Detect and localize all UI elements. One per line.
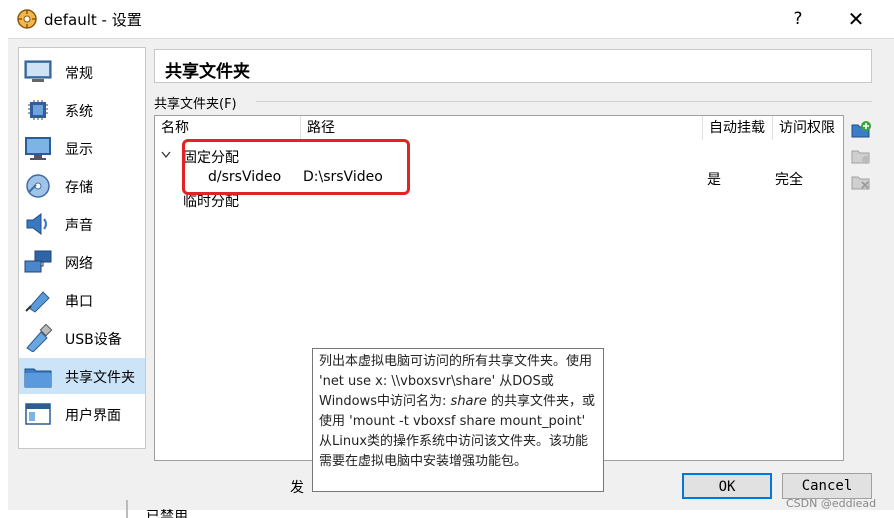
sidebar-item-label: 显示 bbox=[65, 142, 93, 158]
sidebar-item-shared-folders[interactable]: 共享文件夹 bbox=[19, 358, 145, 394]
edit-folder-icon[interactable] bbox=[850, 145, 872, 167]
chevron-down-icon[interactable] bbox=[161, 151, 171, 159]
network-icon bbox=[24, 250, 52, 273]
title-bar: default - 设置 ? ✕ bbox=[0, 0, 894, 38]
general-icon bbox=[24, 60, 52, 82]
annotation-highlight-box bbox=[182, 139, 410, 195]
group-divider bbox=[256, 101, 872, 102]
sidebar-item-user-interface[interactable]: 用户界面 bbox=[19, 396, 145, 432]
sidebar-item-general[interactable]: 常规 bbox=[19, 54, 145, 90]
background-text: 已禁用 bbox=[146, 509, 188, 518]
page-title-box: 共享文件夹 bbox=[154, 49, 872, 83]
folder-automount-cell: 是 bbox=[707, 172, 721, 188]
virtualbox-icon bbox=[17, 9, 37, 29]
sidebar-item-label: 用户界面 bbox=[65, 408, 121, 424]
folder-access-cell: 完全 bbox=[775, 172, 803, 188]
audio-icon bbox=[26, 213, 47, 235]
system-icon bbox=[28, 100, 48, 120]
shared-folder-icon bbox=[24, 368, 52, 388]
sidebar-item-label: 常规 bbox=[65, 66, 93, 82]
close-button[interactable]: ✕ bbox=[842, 6, 870, 32]
column-header-name[interactable]: 名称 bbox=[155, 116, 301, 140]
sidebar-item-label: 系统 bbox=[65, 104, 93, 120]
sidebar-item-network[interactable]: 网络 bbox=[19, 244, 145, 280]
sidebar-item-label: 共享文件夹 bbox=[65, 370, 135, 386]
add-folder-icon[interactable] bbox=[850, 119, 872, 141]
sidebar-item-display[interactable]: 显示 bbox=[19, 130, 145, 166]
partial-label: 发 bbox=[290, 480, 304, 496]
sidebar-item-system[interactable]: 系统 bbox=[19, 92, 145, 128]
usb-icon bbox=[26, 324, 53, 352]
sidebar-item-storage[interactable]: 存储 bbox=[19, 168, 145, 204]
display-icon bbox=[25, 137, 51, 160]
cancel-button[interactable]: Cancel bbox=[782, 473, 872, 499]
settings-sidebar: 常规 系统 显示 存储 声音 网络 串口 USB设备 共享文件夹 用户界面 bbox=[18, 47, 146, 449]
shared-folders-group-label: 共享文件夹(F) bbox=[154, 97, 237, 112]
sidebar-item-label: USB设备 bbox=[65, 332, 122, 348]
column-header-path[interactable]: 路径 bbox=[301, 116, 703, 140]
remove-folder-icon[interactable] bbox=[850, 171, 872, 193]
watermark: CSDN @eddiead bbox=[786, 497, 877, 510]
sidebar-item-label: 存储 bbox=[65, 180, 93, 196]
sidebar-item-label: 声音 bbox=[65, 218, 93, 234]
serial-port-icon bbox=[25, 291, 50, 313]
tooltip: 列出本虚拟电脑可访问的所有共享文件夹。使用 'net use x: \\vbox… bbox=[312, 348, 604, 492]
column-header-automount[interactable]: 自动挂载 bbox=[703, 116, 773, 140]
user-interface-icon bbox=[25, 403, 51, 425]
sidebar-item-usb[interactable]: USB设备 bbox=[19, 320, 145, 356]
tooltip-italic: share bbox=[450, 394, 487, 409]
column-header-access[interactable]: 访问权限 bbox=[773, 116, 843, 140]
help-button[interactable]: ? bbox=[786, 6, 810, 32]
sidebar-item-audio[interactable]: 声音 bbox=[19, 206, 145, 242]
ok-button[interactable]: OK bbox=[682, 473, 772, 499]
sidebar-item-label: 网络 bbox=[65, 256, 93, 272]
page-title: 共享文件夹 bbox=[165, 62, 250, 82]
sidebar-item-label: 串口 bbox=[65, 294, 93, 310]
sidebar-item-serial-port[interactable]: 串口 bbox=[19, 282, 145, 318]
background-edge bbox=[126, 500, 128, 518]
storage-icon bbox=[26, 174, 50, 198]
window-title: default - 设置 bbox=[44, 11, 142, 29]
